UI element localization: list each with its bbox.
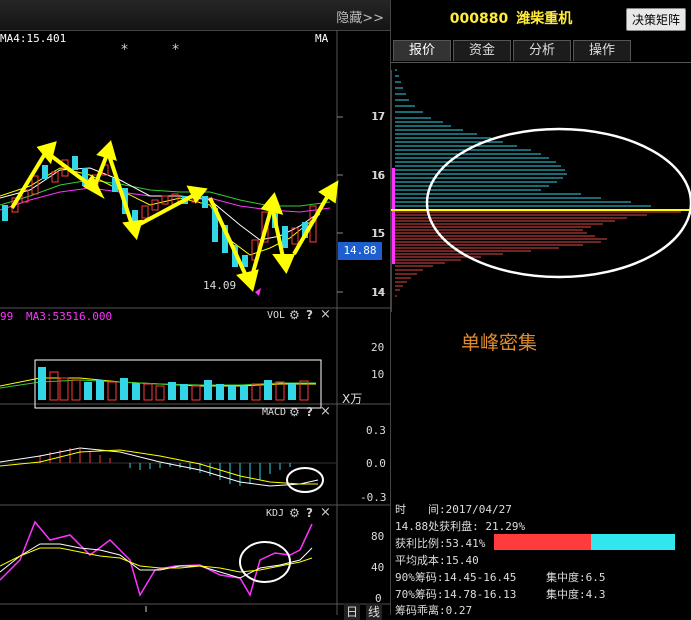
macd-help-icon[interactable]: ? [306, 405, 313, 419]
chip-tick-14: 14 [372, 286, 386, 299]
period-tab-day[interactable]: 日 [344, 603, 361, 620]
chip-tabs: 报价 资金 分析 操作 [391, 40, 691, 63]
chip-range-marker [392, 168, 395, 264]
chip-bars-cyan [395, 69, 651, 207]
period-tab-line[interactable]: 线 [366, 603, 383, 620]
vol-ma3-label: MA3:53516.000 [26, 310, 113, 323]
macd-plot [0, 447, 337, 493]
chip-highlight-ellipse [425, 127, 691, 279]
stat-chips70: 70%筹码:14.78-16.13 [395, 588, 517, 601]
kdj-gear-icon[interactable]: ⚙ [289, 506, 300, 520]
current-price-box: 14.88 [338, 242, 382, 260]
chip-tick-17: 17 [372, 110, 386, 123]
price-axis-ticks [337, 116, 343, 293]
star-marker-2: * [172, 42, 179, 58]
low-price-label: 14.09 [203, 279, 237, 292]
vol-bars [0, 367, 316, 401]
stock-code: 000880 [449, 11, 509, 27]
macd-gear-icon[interactable]: ⚙ [289, 405, 300, 419]
chip-panel: 000880 潍柴重机 决策矩阵 报价 资金 分析 操作 17 16 15 14… [372, 0, 691, 617]
trend-arrows [10, 140, 339, 292]
macd-tick-00: 0.0 [366, 457, 386, 470]
kdj-tick-40: 40 [371, 561, 385, 574]
stat-chips90: 90%筹码:14.45-16.45 [395, 571, 517, 584]
stat-chips70-concentration: 集中度:4.3 [546, 588, 606, 601]
tab-operation[interactable]: 操作 [573, 40, 631, 61]
chip-tick-16: 16 [372, 169, 386, 182]
kdj-help-icon[interactable]: ? [306, 506, 313, 520]
vol-tick-10: 10 [371, 368, 385, 381]
kdj-close-icon[interactable]: × [320, 505, 331, 520]
stat-chips90-concentration: 集中度:6.5 [546, 571, 606, 584]
stat-avg-cost: 平均成本:15.40 [395, 554, 479, 567]
marker-icon [255, 288, 261, 296]
star-marker-1: * [121, 42, 128, 58]
stat-deviation: 筹码乖离:0.27 [395, 604, 473, 617]
tab-funds[interactable]: 资金 [453, 40, 511, 61]
stat-profit-ratio: 获利比例:53.41% [395, 537, 486, 550]
kdj-title: KDJ [266, 508, 285, 519]
stat-time: 时 间:2017/04/27 [395, 503, 512, 516]
ma-label: MA [315, 32, 329, 45]
vol-unit: X万 [342, 392, 363, 406]
profit-ratio-bar [494, 534, 675, 550]
hide-button[interactable]: 隐藏>> [336, 7, 384, 26]
kdj-tick-80: 80 [371, 530, 385, 543]
vol-left-label: 99 [0, 310, 14, 323]
decision-matrix-button[interactable]: 决策矩阵 [625, 8, 686, 31]
ma4-label: MA4:15.401 [0, 32, 67, 45]
tab-quote[interactable]: 报价 [393, 40, 451, 61]
stock-title: 000880 潍柴重机 [391, 8, 631, 28]
tab-analysis[interactable]: 分析 [513, 40, 571, 61]
chip-distribution-svg [391, 69, 691, 312]
chip-tick-15: 15 [372, 227, 386, 240]
profit-ratio-fill [494, 534, 591, 550]
kdj-plot [0, 520, 313, 597]
macd-title: MACD [262, 407, 287, 418]
kline-toolbar: 隐藏>> [0, 0, 390, 31]
ma-line-green [0, 179, 331, 207]
macd-tick-03: 0.3 [366, 424, 386, 437]
kline-area: 隐藏>> MA4:15.401 MA * * 14.09 17 16 15 14… [0, 0, 390, 620]
vol-title: VOL [267, 310, 286, 321]
stat-profit-at-price: 14.88处获利盘: 21.29% [395, 520, 526, 533]
vol-tick-20: 20 [371, 341, 385, 354]
macd-tick-neg03: -0.3 [360, 491, 387, 504]
macd-close-icon[interactable]: × [320, 404, 331, 419]
vol-gear-icon[interactable]: ⚙ [289, 308, 300, 322]
stock-name: 潍柴重机 [516, 11, 573, 27]
chip-bars-red [395, 211, 681, 297]
kdj-highlight-circle [239, 541, 291, 583]
vol-help-icon[interactable]: ? [306, 308, 313, 322]
vol-close-icon[interactable]: × [320, 307, 331, 322]
single-peak-annotation: 单峰密集 [461, 332, 538, 354]
